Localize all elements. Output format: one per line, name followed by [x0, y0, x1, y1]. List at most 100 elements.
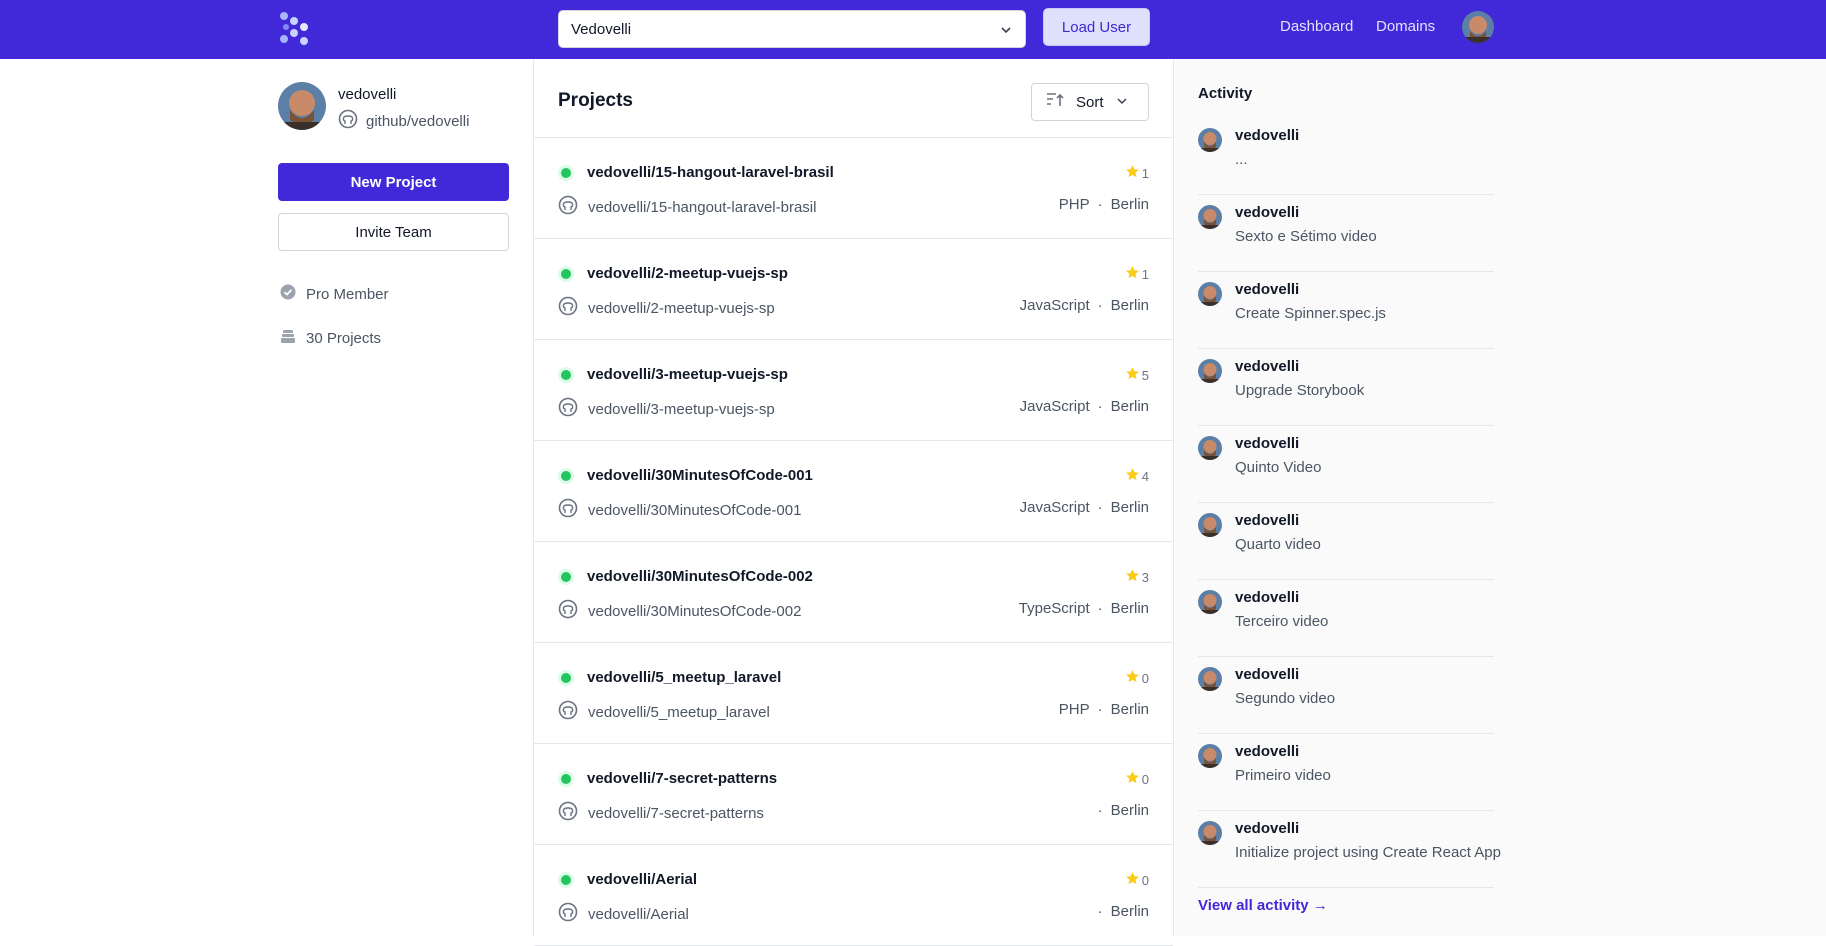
project-repo-link[interactable]: vedovelli/30MinutesOfCode-002: [558, 599, 801, 623]
activity-title: Activity: [1198, 85, 1253, 102]
activity-item: vedovelli Create Spinner.spec.js: [1198, 272, 1494, 349]
github-icon: [558, 801, 578, 825]
projects-title: Projects: [558, 90, 633, 111]
project-name[interactable]: vedovelli/2-meetup-vuejs-sp: [587, 265, 788, 282]
project-repo: vedovelli/3-meetup-vuejs-sp: [588, 400, 775, 418]
project-stars: 0: [1125, 669, 1149, 687]
project-row[interactable]: vedovelli/2-meetup-vuejs-sp 1 vedovelli/2-…: [534, 239, 1173, 340]
project-repo-link[interactable]: vedovelli/3-meetup-vuejs-sp: [558, 397, 775, 421]
project-meta: JavaScript · Berlin: [1020, 499, 1149, 516]
activity-avatar: [1198, 513, 1222, 537]
project-repo-link[interactable]: vedovelli/Aerial: [558, 902, 689, 926]
project-row[interactable]: vedovelli/3-meetup-vuejs-sp 5 vedovelli/3-…: [534, 340, 1173, 441]
sort-button[interactable]: Sort: [1031, 83, 1149, 121]
projects-panel: Projects Sort vedovelli/15-hangout-larav…: [533, 59, 1174, 946]
invite-team-button[interactable]: Invite Team: [278, 213, 509, 251]
nav-domains[interactable]: Domains: [1376, 18, 1435, 35]
user-select[interactable]: Vedovelli: [558, 10, 1026, 48]
project-name[interactable]: vedovelli/Aerial: [587, 871, 697, 888]
activity-user: vedovelli: [1235, 666, 1300, 683]
view-all-activity-link[interactable]: View all activity →: [1198, 897, 1328, 914]
activity-text: Quinto Video: [1235, 459, 1322, 476]
project-repo: vedovelli/Aerial: [588, 905, 689, 923]
activity-avatar: [1198, 282, 1222, 306]
meta-separator: ·: [1097, 903, 1103, 920]
activity-user: vedovelli: [1235, 435, 1300, 452]
top-navbar: Vedovelli Load User Dashboard Domains: [0, 0, 1826, 59]
check-badge-icon: [280, 284, 296, 304]
project-repo-link[interactable]: vedovelli/5_meetup_laravel: [558, 700, 770, 724]
project-row[interactable]: vedovelli/5_meetup_laravel 0 vedovelli/5_m…: [534, 643, 1173, 744]
user-select-value: Vedovelli: [571, 20, 632, 38]
star-icon: [1125, 265, 1140, 283]
project-name[interactable]: vedovelli/30MinutesOfCode-002: [587, 568, 813, 585]
profile-github-link[interactable]: github/vedovelli: [338, 109, 469, 133]
new-project-button[interactable]: New Project: [278, 163, 509, 201]
project-location: Berlin: [1110, 196, 1149, 213]
activity-text: Initialize project using Create React Ap…: [1235, 844, 1501, 861]
membership-label: Pro Member: [306, 285, 389, 303]
project-meta: · Berlin: [1090, 802, 1149, 819]
activity-user: vedovelli: [1235, 743, 1300, 760]
activity-user: vedovelli: [1235, 820, 1300, 837]
activity-item: vedovelli Quarto video: [1198, 503, 1494, 580]
star-icon: [1125, 669, 1140, 687]
status-dot: [561, 168, 571, 178]
project-stars: 5: [1125, 366, 1149, 384]
github-icon: [558, 498, 578, 522]
activity-item: vedovelli Segundo video: [1198, 657, 1494, 734]
projects-count-label: 30 Projects: [306, 329, 382, 347]
project-repo: vedovelli/30MinutesOfCode-002: [588, 602, 802, 620]
activity-user: vedovelli: [1235, 204, 1300, 221]
star-icon: [1125, 871, 1140, 889]
project-name[interactable]: vedovelli/3-meetup-vuejs-sp: [587, 366, 788, 383]
status-dot: [561, 572, 571, 582]
meta-separator: ·: [1097, 297, 1103, 314]
project-repo-link[interactable]: vedovelli/7-secret-patterns: [558, 801, 764, 825]
status-dot: [561, 269, 571, 279]
project-row[interactable]: vedovelli/7-secret-patterns 0 vedovelli/7-…: [534, 744, 1173, 845]
user-avatar[interactable]: [1462, 11, 1494, 43]
project-location: Berlin: [1110, 398, 1149, 415]
project-row[interactable]: vedovelli/30MinutesOfCode-002 3 vedovelli/…: [534, 542, 1173, 643]
load-user-button[interactable]: Load User: [1043, 8, 1150, 46]
nav-dashboard[interactable]: Dashboard: [1280, 18, 1353, 35]
activity-user: vedovelli: [1235, 281, 1300, 298]
project-location: Berlin: [1110, 802, 1149, 819]
project-meta: JavaScript · Berlin: [1020, 297, 1149, 314]
project-repo-link[interactable]: vedovelli/2-meetup-vuejs-sp: [558, 296, 775, 320]
chevron-down-icon: [1116, 94, 1128, 111]
project-name[interactable]: vedovelli/7-secret-patterns: [587, 770, 777, 787]
activity-avatar: [1198, 744, 1222, 768]
project-repo: vedovelli/30MinutesOfCode-001: [588, 501, 802, 519]
project-repo-link[interactable]: vedovelli/30MinutesOfCode-001: [558, 498, 801, 522]
project-row[interactable]: vedovelli/Aerial 0 vedovelli/Aerial · Berlin: [534, 845, 1173, 946]
profile-username: vedovelli: [338, 86, 397, 103]
sort-icon: [1046, 92, 1064, 112]
meta-separator: ·: [1097, 600, 1103, 617]
project-name[interactable]: vedovelli/5_meetup_laravel: [587, 669, 781, 686]
project-meta: TypeScript · Berlin: [1019, 600, 1149, 617]
project-name[interactable]: vedovelli/30MinutesOfCode-001: [587, 467, 813, 484]
project-repo-link[interactable]: vedovelli/15-hangout-laravel-brasil: [558, 195, 816, 219]
project-repo: vedovelli/7-secret-patterns: [588, 804, 764, 822]
activity-text: Upgrade Storybook: [1235, 382, 1365, 399]
star-icon: [1125, 467, 1140, 485]
github-icon: [558, 397, 578, 421]
github-handle: github/vedovelli: [366, 112, 470, 130]
project-repo: vedovelli/15-hangout-laravel-brasil: [588, 198, 817, 216]
project-name[interactable]: vedovelli/15-hangout-laravel-brasil: [587, 164, 834, 181]
project-row[interactable]: vedovelli/15-hangout-laravel-brasil 1 vedo…: [534, 138, 1173, 239]
project-language: JavaScript: [1019, 297, 1090, 314]
activity-text: Create Spinner.spec.js: [1235, 305, 1386, 322]
activity-item: vedovelli Terceiro video: [1198, 580, 1494, 657]
meta-separator: ·: [1097, 701, 1103, 718]
activity-text: Terceiro video: [1235, 613, 1329, 630]
meta-separator: ·: [1097, 802, 1103, 819]
project-location: Berlin: [1110, 600, 1149, 617]
project-row[interactable]: vedovelli/30MinutesOfCode-001 4 vedovelli/…: [534, 441, 1173, 542]
activity-text: Quarto video: [1235, 536, 1321, 553]
app-logo[interactable]: [277, 11, 313, 47]
project-stars: 1: [1125, 164, 1149, 182]
star-count: 0: [1141, 872, 1149, 888]
